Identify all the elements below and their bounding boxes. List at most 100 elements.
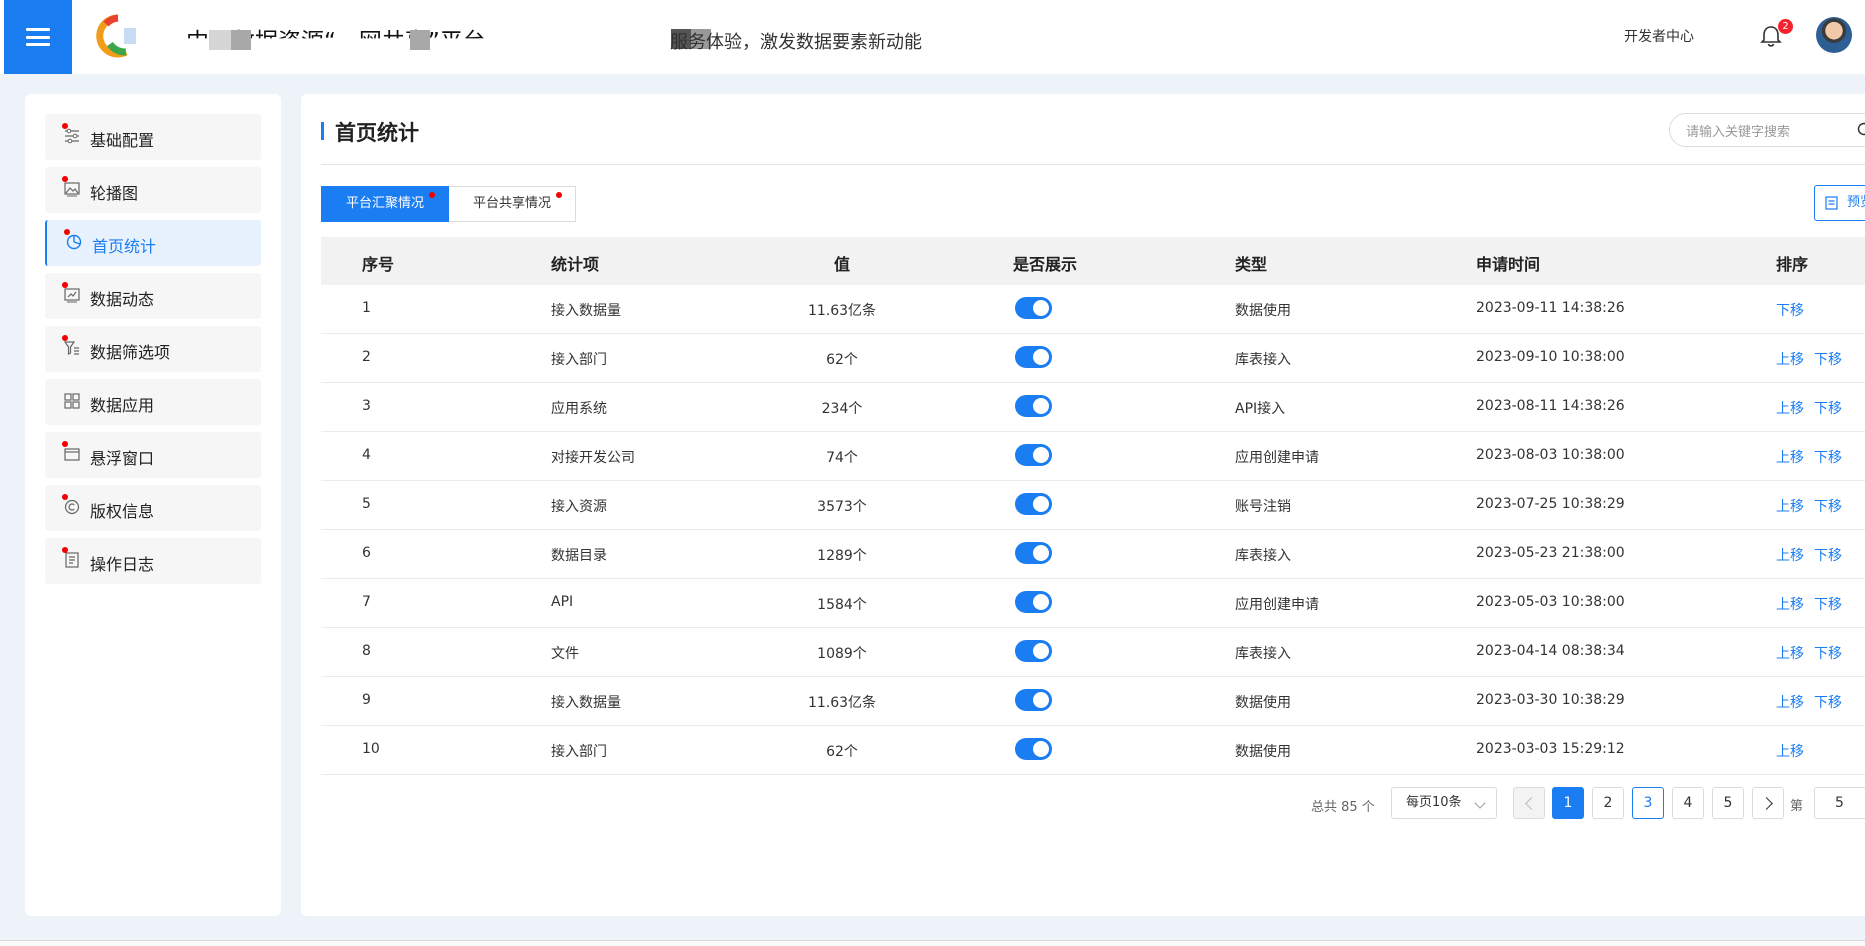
move-up-link[interactable]: 上移 — [1776, 496, 1804, 516]
sidebar-item-floating-window[interactable]: 悬浮窗口 — [45, 432, 261, 478]
user-avatar[interactable] — [1816, 17, 1852, 53]
search-box — [1669, 113, 1865, 147]
chevron-left-icon — [1525, 797, 1538, 810]
tab-platform-sharing[interactable]: 平台共享情况 — [449, 186, 576, 222]
cell-item: 文件 — [551, 643, 579, 663]
move-up-link[interactable]: 上移 — [1776, 398, 1804, 418]
move-up-link[interactable]: 上移 — [1776, 545, 1804, 565]
cell-value: 11.63亿条 — [782, 692, 902, 712]
page-button-5[interactable]: 5 — [1712, 787, 1744, 819]
sidebar-item-data-apps[interactable]: 数据应用 — [45, 379, 261, 425]
sidebar-item-label: 数据应用 — [90, 392, 154, 416]
table-row: 8文件1089个库表接入2023-04-14 08:38:34上移下移 — [321, 628, 1865, 677]
red-dot-indicator — [62, 282, 68, 288]
move-up-link[interactable]: 上移 — [1776, 741, 1804, 761]
move-up-link[interactable]: 上移 — [1776, 643, 1804, 663]
move-up-link[interactable]: 上移 — [1776, 692, 1804, 712]
show-toggle[interactable] — [1015, 640, 1052, 662]
cell-time: 2023-08-03 10:38:00 — [1476, 447, 1625, 463]
sidebar-item-homepage-stats[interactable]: 首页统计 — [45, 220, 261, 266]
page-button-3[interactable]: 3 — [1632, 787, 1664, 819]
sidebar-item-basic-config[interactable]: 基础配置 — [45, 114, 261, 160]
sidebar-item-data-filters[interactable]: 数据筛选项 — [45, 326, 261, 372]
redaction-mask — [209, 30, 231, 50]
red-dot-indicator — [62, 176, 68, 182]
move-down-link[interactable]: 下移 — [1814, 398, 1842, 418]
cell-value: 234个 — [782, 398, 902, 418]
move-down-link[interactable]: 下移 — [1814, 643, 1842, 663]
sidebar-item-operation-log[interactable]: 操作日志 — [45, 538, 261, 584]
logo — [96, 14, 150, 58]
next-page-button[interactable] — [1752, 787, 1784, 819]
move-down-link[interactable]: 下移 — [1814, 594, 1842, 614]
tab-platform-aggregation[interactable]: 平台汇聚情况 — [321, 186, 449, 222]
cell-type: API接入 — [1235, 398, 1285, 418]
column-header-item: 统计项 — [551, 251, 599, 275]
preview-button[interactable]: 预览 — [1814, 185, 1865, 221]
move-down-link[interactable]: 下移 — [1814, 349, 1842, 369]
developer-center-link[interactable]: 开发者中心 — [1624, 26, 1694, 46]
cell-time: 2023-09-11 14:38:26 — [1476, 300, 1625, 316]
table-row: 5接入资源3573个账号注销2023-07-25 10:38:29上移下移 — [321, 481, 1865, 530]
show-toggle[interactable] — [1015, 297, 1052, 319]
move-up-link[interactable]: 上移 — [1776, 349, 1804, 369]
cell-no: 3 — [362, 398, 371, 414]
move-down-link[interactable]: 下移 — [1814, 692, 1842, 712]
cell-item: 接入资源 — [551, 496, 607, 516]
cell-item: 接入数据量 — [551, 300, 621, 320]
move-down-link[interactable]: 下移 — [1814, 447, 1842, 467]
search-input[interactable] — [1684, 121, 1848, 143]
page-button-2[interactable]: 2 — [1592, 787, 1624, 819]
sidebar-item-data-news[interactable]: 数据动态 — [45, 273, 261, 319]
cell-item: 对接开发公司 — [551, 447, 635, 467]
tab-group: 平台汇聚情况 平台共享情况 — [321, 186, 576, 222]
red-dot-indicator — [62, 335, 68, 341]
red-dot-indicator — [64, 229, 70, 235]
page-size-select[interactable]: 每页10条 — [1391, 787, 1497, 819]
cell-type: 库表接入 — [1235, 643, 1291, 663]
document-icon — [1825, 196, 1838, 210]
hamburger-menu-button[interactable] — [4, 0, 72, 74]
page-button-1[interactable]: 1 — [1552, 787, 1584, 819]
cell-time: 2023-08-11 14:38:26 — [1476, 398, 1625, 414]
column-header-show: 是否展示 — [1013, 251, 1077, 275]
page-button-4[interactable]: 4 — [1672, 787, 1704, 819]
cell-item: 接入部门 — [551, 741, 607, 761]
prev-page-button[interactable] — [1513, 787, 1545, 819]
search-icon[interactable] — [1857, 122, 1865, 139]
horizontal-scrollbar[interactable] — [0, 940, 1865, 946]
sidebar-item-copyright[interactable]: 版权信息 — [45, 485, 261, 531]
show-toggle[interactable] — [1015, 542, 1052, 564]
show-toggle[interactable] — [1015, 346, 1052, 368]
move-down-link[interactable]: 下移 — [1814, 545, 1842, 565]
cell-type: 库表接入 — [1235, 545, 1291, 565]
move-down-link[interactable]: 下移 — [1814, 496, 1842, 516]
show-toggle[interactable] — [1015, 738, 1052, 760]
show-toggle[interactable] — [1015, 444, 1052, 466]
cell-time: 2023-03-30 10:38:29 — [1476, 692, 1625, 708]
log-icon — [64, 552, 80, 568]
show-toggle[interactable] — [1015, 689, 1052, 711]
grid-icon — [64, 393, 80, 409]
move-down-link[interactable]: 下移 — [1776, 300, 1804, 320]
red-dot-indicator — [62, 547, 68, 553]
sidebar-item-label: 悬浮窗口 — [90, 445, 154, 469]
move-up-link[interactable]: 上移 — [1776, 594, 1804, 614]
goto-page-input[interactable] — [1814, 787, 1865, 819]
header-divider — [321, 164, 1865, 165]
show-toggle[interactable] — [1015, 591, 1052, 613]
cell-no: 2 — [362, 349, 371, 365]
column-header-type: 类型 — [1235, 251, 1267, 275]
sidebar-item-carousel[interactable]: 轮播图 — [45, 167, 261, 213]
show-toggle[interactable] — [1015, 493, 1052, 515]
show-toggle[interactable] — [1015, 395, 1052, 417]
cell-value: 62个 — [782, 741, 902, 761]
chevron-right-icon — [1760, 797, 1773, 810]
table-row: 4对接开发公司74个应用创建申请2023-08-03 10:38:00上移下移 — [321, 432, 1865, 481]
page-size-value: 每页10条 — [1406, 795, 1462, 810]
window-icon — [64, 446, 80, 462]
cell-type: 应用创建申请 — [1235, 594, 1319, 614]
sidebar: 基础配置 轮播图 首页统计 数据动态 数据筛选项 数据应用 悬浮窗口 版权信息 … — [25, 94, 281, 916]
move-up-link[interactable]: 上移 — [1776, 447, 1804, 467]
cell-type: 账号注销 — [1235, 496, 1291, 516]
